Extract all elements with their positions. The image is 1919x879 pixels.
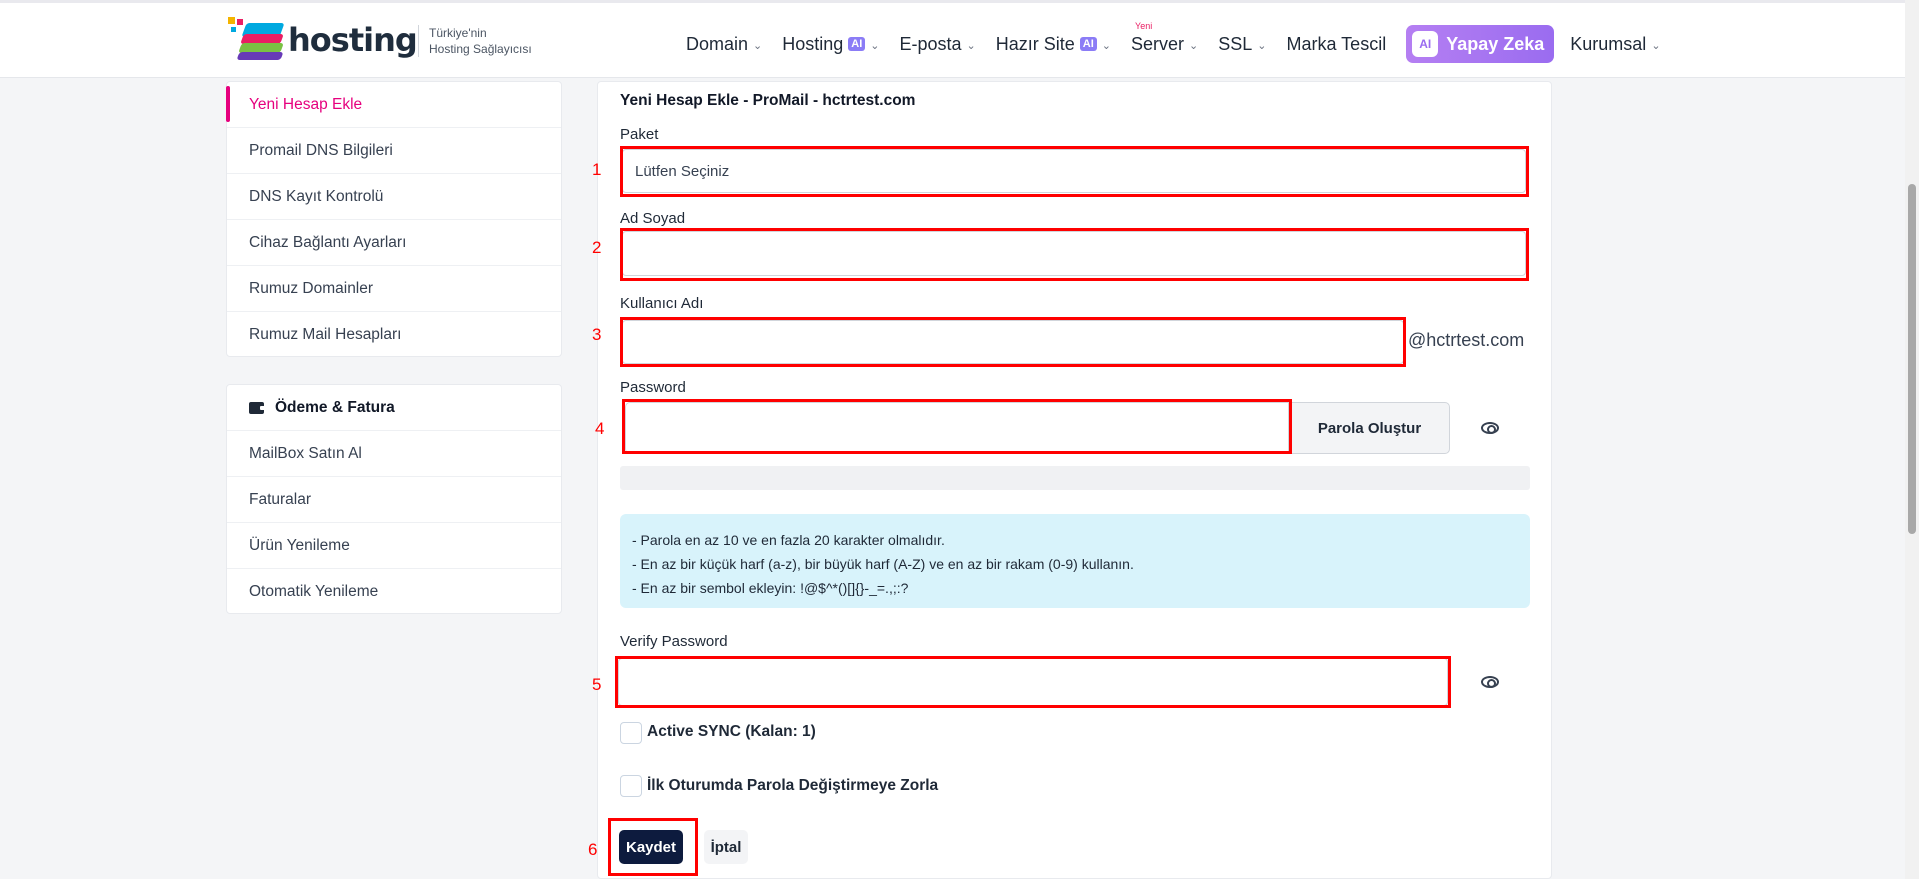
nav-label: Hazır Site	[995, 33, 1075, 54]
nav-server[interactable]: Yeni Server ⌄	[1131, 21, 1199, 55]
nav-eposta[interactable]: E-posta ⌄	[900, 34, 976, 55]
annotation-box-5	[615, 656, 1451, 708]
nav-label: Hosting	[782, 33, 844, 54]
ad-soyad-label: Ad Soyad	[620, 210, 686, 227]
nav-label: Domain	[686, 33, 749, 54]
annotation-box-3	[620, 317, 1406, 367]
active-sync-checkbox[interactable]	[620, 722, 642, 744]
annotation-box-1	[620, 146, 1529, 197]
billing-title: Ödeme & Fatura	[275, 398, 395, 416]
nav-label: Marka Tescil	[1286, 33, 1387, 54]
account-menu: Yeni Hesap Ekle Promail DNS Bilgileri DN…	[226, 81, 562, 357]
nav-label: E-posta	[899, 33, 962, 54]
sidebar-item-dns-kayit[interactable]: DNS Kayıt Kontrolü	[227, 174, 561, 220]
kullanici-adi-label: Kullanıcı Adı	[620, 295, 704, 312]
ai-badge: AI	[848, 37, 866, 51]
annotation-number-1: 1	[592, 160, 602, 179]
paket-label: Paket	[620, 126, 659, 143]
yapay-zeka-button[interactable]: AI Yapay Zeka	[1406, 25, 1555, 63]
new-tag: Yeni	[1135, 20, 1153, 31]
cancel-button[interactable]: İptal	[704, 830, 748, 864]
billing-menu: Ödeme & Fatura MailBox Satın Al Faturala…	[226, 384, 562, 614]
force-password-change-label: İlk Oturumda Parola Değiştirmeye Zorla	[647, 777, 939, 794]
sidebar-item-faturalar[interactable]: Faturalar	[227, 477, 561, 523]
page-title: Yeni Hesap Ekle - ProMail - hctrtest.com	[620, 92, 916, 109]
verify-password-label: Verify Password	[620, 633, 728, 650]
site-logo[interactable]: hosting	[228, 17, 418, 63]
nav-label: SSL	[1218, 33, 1253, 54]
scrollbar-thumb[interactable]	[1908, 184, 1916, 534]
logo-text: hosting	[288, 21, 418, 59]
billing-heading: Ödeme & Fatura	[227, 385, 561, 431]
sidebar-item-yeni-hesap[interactable]: Yeni Hesap Ekle	[226, 82, 561, 128]
rule-characters: - En az bir küçük harf (a-z), bir büyük …	[632, 556, 1134, 572]
chevron-down-icon: ⌄	[1101, 40, 1112, 52]
annotation-box-6	[608, 818, 698, 876]
eye-icon[interactable]	[1481, 422, 1499, 434]
page-scrollbar[interactable]	[1905, 0, 1919, 879]
annotation-number-2: 2	[592, 238, 602, 257]
chevron-down-icon: ⌄	[966, 40, 976, 52]
nav-label: Server	[1131, 33, 1185, 54]
sidebar-item-rumuz-mail[interactable]: Rumuz Mail Hesapları	[227, 312, 561, 358]
rule-symbol: - En az bir sembol ekleyin: !@$^*()[]{}-…	[632, 580, 909, 596]
parola-olustur-button[interactable]: Parola Oluştur	[1289, 402, 1450, 454]
ai-sparkle-icon: AI	[1412, 31, 1439, 57]
wallet-icon	[249, 401, 265, 414]
site-header: hosting Türkiye'nin Hosting Sağlayıcısı …	[0, 0, 1905, 78]
nav-hazir-site[interactable]: Hazır Site AI ⌄	[996, 34, 1111, 55]
yapay-zeka-label: Yapay Zeka	[1446, 33, 1545, 54]
sidebar-item-mailbox-satin-al[interactable]: MailBox Satın Al	[227, 431, 561, 477]
rule-length: - Parola en az 10 ve en fazla 20 karakte…	[632, 532, 945, 548]
chevron-down-icon: ⌄	[1651, 40, 1661, 52]
nav-domain[interactable]: Domain ⌄	[686, 34, 762, 55]
tagline: Türkiye'nin Hosting Sağlayıcısı	[418, 25, 532, 57]
annotation-number-5: 5	[592, 675, 602, 694]
sidebar-item-promail-dns[interactable]: Promail DNS Bilgileri	[227, 128, 561, 174]
nav-kurumsal[interactable]: Kurumsal ⌄	[1570, 34, 1660, 55]
chevron-down-icon: ⌄	[1189, 40, 1199, 52]
email-domain-suffix: @hctrtest.com	[1408, 330, 1525, 350]
main-nav: Domain ⌄ Hosting AI ⌄ E-posta ⌄ Hazır Site AI…	[686, 21, 1681, 63]
nav-label: Kurumsal	[1570, 33, 1647, 54]
tagline-line2: Hosting Sağlayıcısı	[429, 42, 532, 56]
annotation-number-6: 6	[588, 840, 598, 859]
ai-badge: AI	[1079, 37, 1097, 51]
sidebar-item-otomatik-yenileme[interactable]: Otomatik Yenileme	[227, 569, 561, 615]
nav-ssl[interactable]: SSL ⌄	[1218, 34, 1266, 55]
chevron-down-icon: ⌄	[753, 40, 763, 52]
password-rules-alert: - Parola en az 10 ve en fazla 20 karakte…	[620, 514, 1530, 608]
active-sync-label: Active SYNC (Kalan: 1)	[647, 723, 816, 740]
chevron-down-icon: ⌄	[870, 40, 880, 52]
sidebar-item-rumuz-domainler[interactable]: Rumuz Domainler	[227, 266, 561, 312]
annotation-box-4	[622, 399, 1292, 454]
sidebar-item-urun-yenileme[interactable]: Ürün Yenileme	[227, 523, 561, 569]
nav-hosting[interactable]: Hosting AI ⌄	[782, 34, 879, 55]
eye-icon[interactable]	[1481, 676, 1499, 688]
password-label: Password	[620, 379, 686, 396]
sidebar-item-cihaz-baglanti[interactable]: Cihaz Bağlantı Ayarları	[227, 220, 561, 266]
password-strength-bar	[620, 466, 1530, 490]
annotation-box-2	[620, 228, 1529, 281]
annotation-number-3: 3	[592, 325, 602, 344]
annotation-number-4: 4	[595, 419, 605, 438]
tagline-line1: Türkiye'nin	[429, 26, 487, 40]
chevron-down-icon: ⌄	[1257, 40, 1267, 52]
force-password-change-checkbox[interactable]	[620, 775, 642, 797]
logo-icon	[228, 17, 285, 63]
nav-marka-tescil[interactable]: Marka Tescil	[1287, 34, 1387, 55]
